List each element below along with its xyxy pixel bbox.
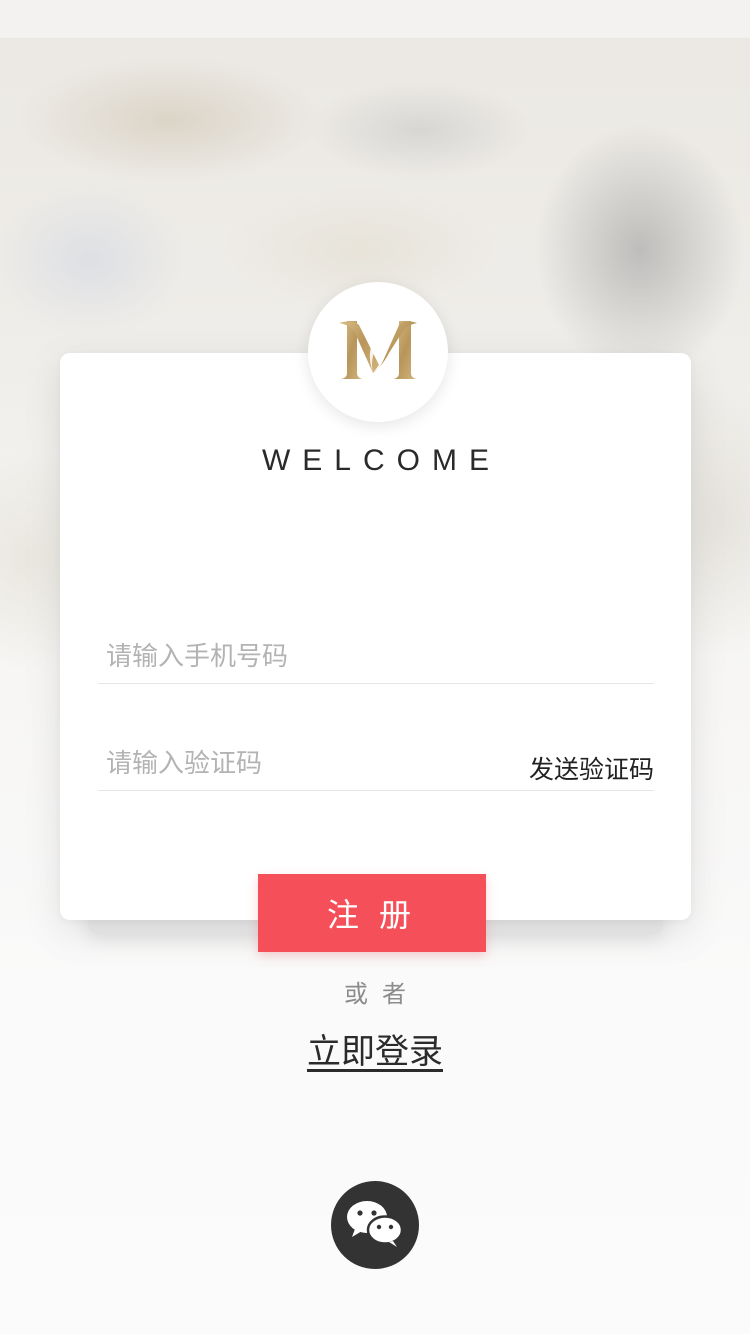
wechat-login-button[interactable] xyxy=(331,1181,419,1269)
register-screen: WELCOME 发送验证码 注册 或者 立即登录 xyxy=(0,0,750,1334)
login-now-link[interactable]: 立即登录 xyxy=(307,1032,443,1072)
brand-m-logo-icon xyxy=(333,315,423,389)
wechat-icon xyxy=(345,1198,405,1252)
status-bar xyxy=(0,0,750,38)
send-code-button[interactable]: 发送验证码 xyxy=(529,750,654,786)
verification-code-input[interactable] xyxy=(106,740,506,788)
verification-code-field: 发送验证码 xyxy=(98,740,654,791)
register-button[interactable]: 注册 xyxy=(258,874,486,952)
phone-field xyxy=(98,633,654,684)
logo-badge xyxy=(308,282,448,422)
or-divider-text: 或者 xyxy=(344,980,420,1008)
welcome-heading: WELCOME xyxy=(261,444,501,477)
login-link-row: 立即登录 xyxy=(0,1024,750,1073)
phone-input[interactable] xyxy=(106,633,506,681)
